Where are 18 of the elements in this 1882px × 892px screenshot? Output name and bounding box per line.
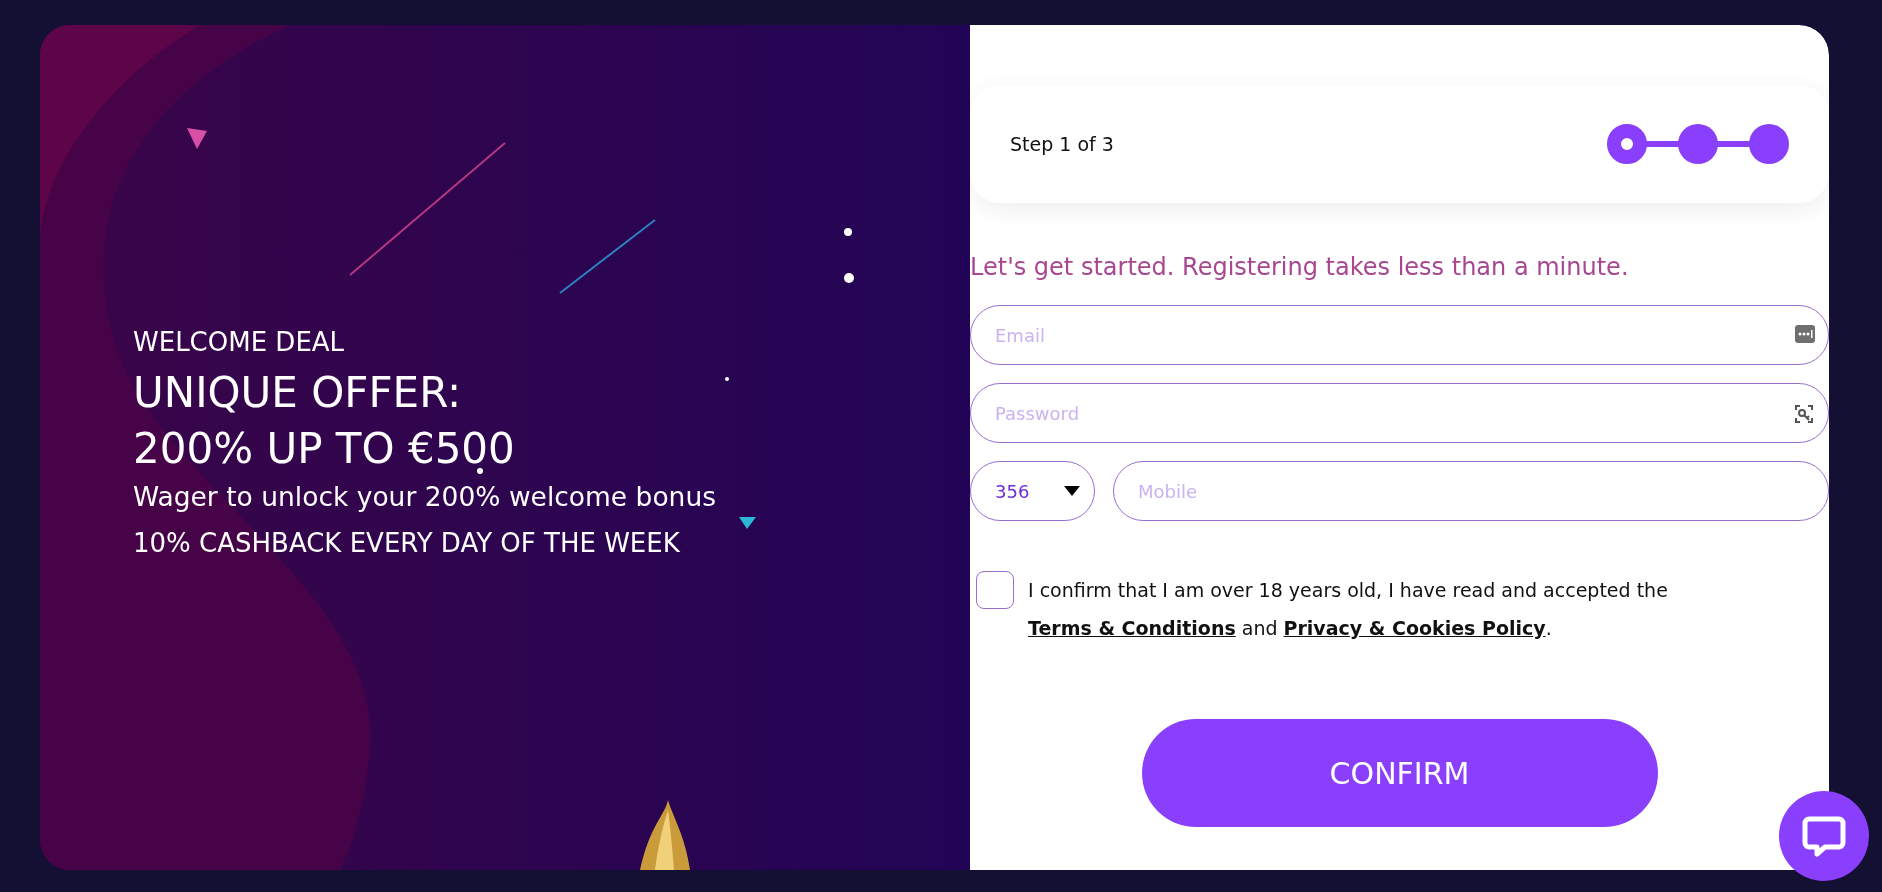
promo-eyebrow: WELCOME DEAL — [133, 327, 345, 357]
caret-icon — [1064, 486, 1080, 496]
password-field[interactable]: Password — [970, 383, 1829, 443]
email-field[interactable]: Email — [970, 305, 1829, 365]
privacy-link[interactable]: Privacy & Cookies Policy — [1283, 617, 1546, 639]
password-manager-icon[interactable] — [1795, 325, 1815, 343]
consent-checkbox[interactable] — [976, 571, 1014, 609]
promo-subtitle: Wager to unlock your 200% welcome bonus — [133, 481, 716, 512]
consent-text: I confirm that I am over 18 years old, I have read and accepted the Terms & Conditions and Privacy & Cookies Policy. — [1028, 578, 1669, 641]
promo-headline: 200% UP TO €500 — [133, 423, 515, 475]
mobile-field[interactable]: Mobile — [1113, 461, 1829, 521]
terms-link[interactable]: Terms & Conditions — [1028, 617, 1236, 639]
step-label: Step 1 of 3 — [1010, 133, 1114, 155]
cashback-text: 10% CASHBACK EVERY DAY OF THE WEEK — [133, 528, 680, 558]
intro-text: Let's get started. Registering takes less than a minute. — [970, 253, 1630, 281]
key-icon[interactable] — [1793, 403, 1815, 425]
promo-headline: UNIQUE OFFER: — [133, 367, 462, 419]
confirm-button[interactable]: CONFIRM — [1141, 719, 1658, 827]
